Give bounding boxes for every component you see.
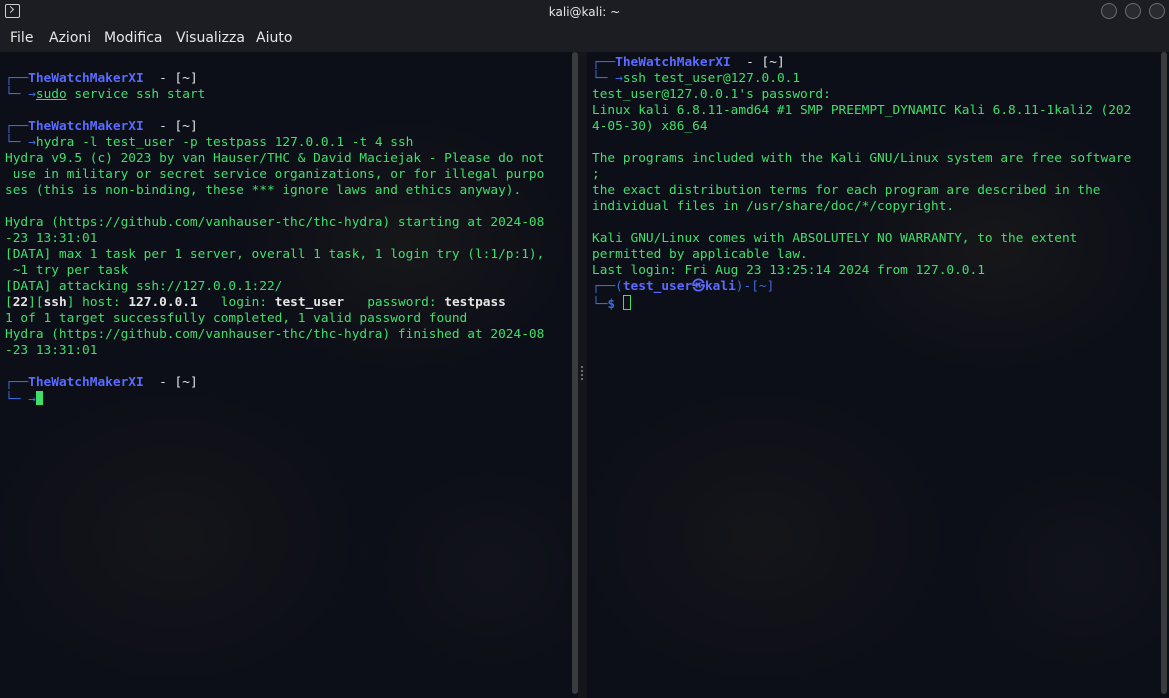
output-line: the exact distribution terms for each pr… (592, 183, 1101, 198)
output-line: test_user@127.0.0.1's password: (592, 87, 831, 102)
command-line: └─$ (592, 295, 631, 312)
output-line: individual files in /usr/share/doc/*/cop… (592, 199, 955, 214)
command-line: └─ →sudo service ssh start (5, 87, 206, 102)
output-line: Kali GNU/Linux comes with ABSOLUTELY NO … (592, 231, 1078, 246)
hydra-result-line: [22][ssh] host: 127.0.0.1 login: test_us… (5, 295, 506, 310)
menu-modifica[interactable]: Modifica (104, 30, 163, 46)
prompt-line-top: ┌──TheWatchMakerXI - [~] (592, 55, 785, 70)
prompt-line-top: ┌──(test_user㉿kali)-[~] (592, 279, 775, 294)
output-line: -23 13:31:01 (5, 231, 98, 246)
output-line: Hydra (https://github.com/vanhauser-thc/… (5, 215, 545, 230)
output-line: ~1 try per task (5, 263, 129, 278)
output-line: Last login: Fri Aug 23 13:25:14 2024 fro… (592, 263, 985, 278)
window-title: kali@kali: ~ (548, 5, 621, 19)
scrollbar[interactable] (1161, 52, 1167, 694)
maximize-button[interactable] (1125, 3, 1141, 19)
menu-azioni[interactable]: Azioni (49, 30, 91, 46)
command-line: └─ →ssh test_user@127.0.0.1 (592, 71, 801, 86)
output-line: [DATA] max 1 task per 1 server, overall … (5, 247, 545, 262)
prompt-line-top: ┌──TheWatchMakerXI - [~] (5, 119, 198, 134)
kali-at-icon: ㉿ (692, 279, 705, 294)
output-line: use in military or secret service organi… (5, 167, 545, 182)
terminal-pane-right[interactable]: ┌──TheWatchMakerXI - [~] └─ →ssh test_us… (587, 52, 1169, 698)
menu-aiuto[interactable]: Aiuto (256, 30, 292, 46)
terminal-pane-left[interactable]: ┌──TheWatchMakerXI - [~] └─ →sudo servic… (0, 52, 578, 698)
prompt-line-top: ┌──TheWatchMakerXI - [~] (5, 375, 198, 390)
minimize-button[interactable] (1101, 3, 1117, 19)
command-line: └─ → (5, 391, 43, 407)
output-line: -23 13:31:01 (5, 343, 98, 358)
text-cursor (622, 295, 631, 310)
output-line: 1 of 1 target successfully completed, 1 … (5, 311, 468, 326)
menu-file[interactable]: File (10, 30, 33, 46)
output-line: 4-05-30) x86_64 (592, 119, 708, 134)
output-line: ; (592, 167, 600, 182)
output-line: permitted by applicable law. (592, 247, 808, 262)
output-line: [DATA] attacking ssh://127.0.0.1:22/ (5, 279, 283, 294)
output-line: Linux kali 6.8.11-amd64 #1 SMP PREEMPT_D… (592, 103, 1132, 118)
prompt-line-top: ┌──TheWatchMakerXI - [~] (5, 71, 198, 86)
output-line: The programs included with the Kali GNU/… (592, 151, 1132, 166)
menu-bar: File Azioni Modifica Visualizza Aiuto (0, 25, 1169, 52)
text-cursor (35, 391, 43, 405)
output-line: ses (this is non-binding, these *** igno… (5, 183, 522, 198)
title-bar: kali@kali: ~ (0, 0, 1169, 25)
pane-splitter[interactable] (578, 52, 587, 698)
command-line: └─ →hydra -l test_user -p testpass 127.0… (5, 135, 414, 150)
output-line: Hydra v9.5 (c) 2023 by van Hauser/THC & … (5, 151, 545, 166)
output-line: Hydra (https://github.com/vanhauser-thc/… (5, 327, 545, 342)
menu-visualizza[interactable]: Visualizza (176, 30, 245, 46)
close-button[interactable] (1149, 3, 1165, 19)
